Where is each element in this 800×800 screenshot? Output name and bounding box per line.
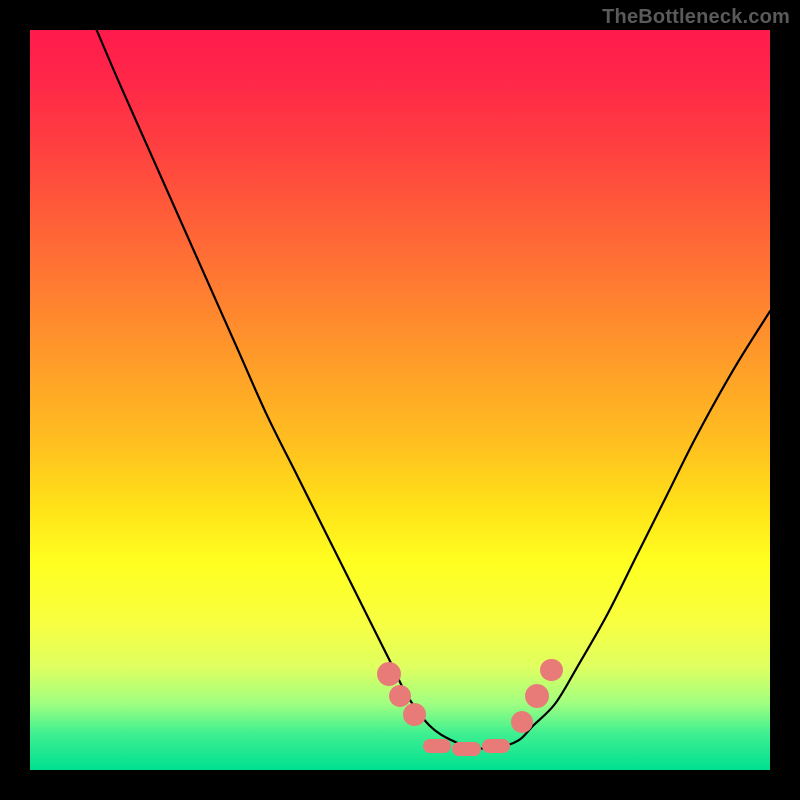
marker-cluster-right-mid	[525, 684, 549, 708]
marker-trough-bar-right	[482, 739, 510, 753]
watermark-text: TheBottleneck.com	[602, 6, 790, 29]
main-curve	[97, 30, 770, 749]
plot-area	[30, 30, 770, 770]
marker-cluster-left-upper	[377, 662, 401, 686]
outer-frame: TheBottleneck.com	[0, 0, 800, 800]
marker-trough-bar	[452, 742, 480, 756]
curve-svg	[30, 30, 770, 770]
marker-cluster-left-low	[403, 703, 426, 726]
marker-trough-bar-left	[423, 739, 451, 753]
